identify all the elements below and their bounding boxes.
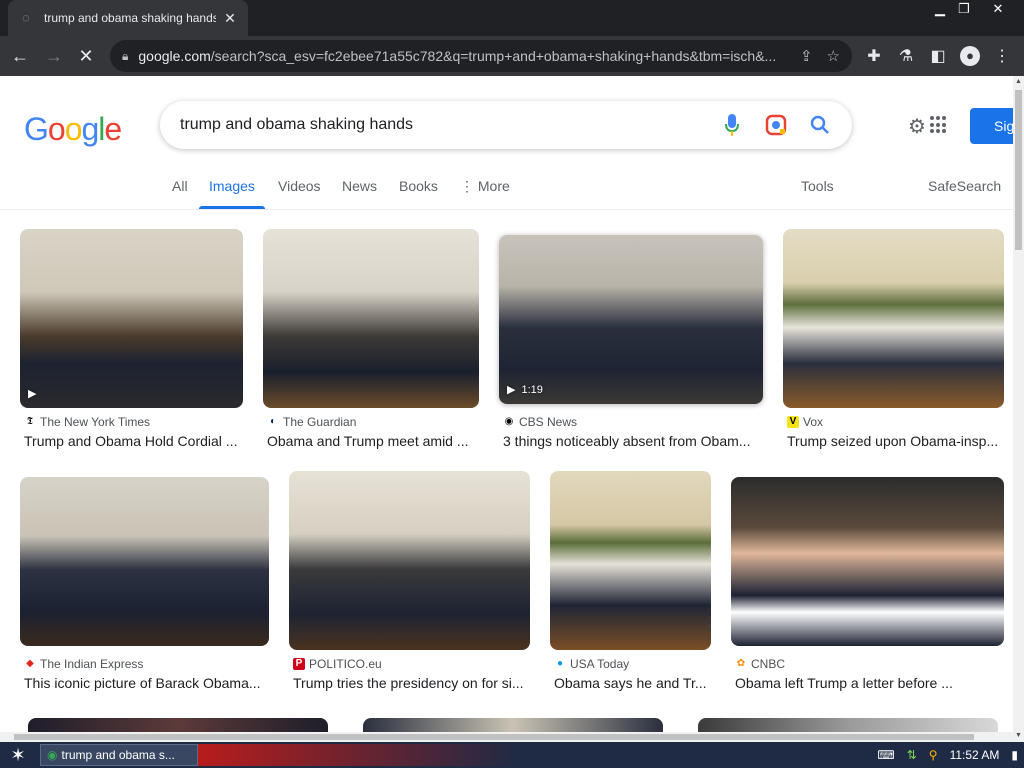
search-input[interactable]: trump and obama shaking hands xyxy=(180,116,700,134)
search-box[interactable]: trump and obama shaking hands xyxy=(160,101,852,149)
result-image-3[interactable]: ▶ 1:19 xyxy=(499,235,763,404)
search-tabs: All Images Videos News Books ⋮ More Tool… xyxy=(0,174,1013,210)
apps-grid-icon[interactable] xyxy=(930,116,948,134)
minimize-icon[interactable]: ▁ xyxy=(928,0,952,18)
back-icon[interactable]: ← xyxy=(4,40,36,72)
result-image-6[interactable] xyxy=(289,471,530,650)
restore-icon[interactable]: ❐ xyxy=(952,0,976,18)
loading-icon: ◌ xyxy=(22,10,30,25)
result-caption-5[interactable]: This iconic picture of Barack Obama... xyxy=(24,675,266,691)
guardian-icon: ◐ xyxy=(269,416,277,427)
window-close-icon[interactable]: ✕ xyxy=(986,0,1010,18)
tab-books[interactable]: Books xyxy=(399,178,438,194)
result-source-3[interactable]: ◉ CBS News xyxy=(503,415,577,429)
result-caption-8[interactable]: Obama left Trump a letter before ... xyxy=(735,675,1003,691)
indian-express-icon: ◆ xyxy=(26,658,34,669)
play-icon: ▶ xyxy=(28,388,37,400)
microphone-icon[interactable] xyxy=(720,113,744,137)
horizontal-scrollbar[interactable] xyxy=(0,732,1013,742)
vertical-scrollbar[interactable]: ▲ ▼ xyxy=(1013,76,1024,742)
google-logo[interactable]: Google xyxy=(24,111,122,148)
result-image-2[interactable] xyxy=(263,229,479,408)
menu-kebab-icon[interactable]: ⋮ xyxy=(988,42,1016,70)
result-caption-7[interactable]: Obama says he and Tr... xyxy=(554,675,712,691)
bookmark-star-icon[interactable]: ☆ xyxy=(827,47,840,65)
lab-flask-icon[interactable]: ⚗ xyxy=(892,42,920,70)
result-image-1[interactable]: ▶ xyxy=(20,229,243,408)
result-caption-1[interactable]: Trump and Obama Hold Cordial ... xyxy=(24,433,240,449)
result-image-4[interactable] xyxy=(783,229,1004,408)
tab-videos[interactable]: Videos xyxy=(278,178,321,194)
play-icon: ▶ xyxy=(507,384,516,396)
politico-icon: P xyxy=(293,658,305,670)
vox-icon: V xyxy=(787,416,799,428)
search-results-page: Google trump and obama shaking hands ⚙ S… xyxy=(0,76,1013,742)
result-caption-3[interactable]: 3 things noticeably absent from Obam... xyxy=(503,433,761,449)
tab-all[interactable]: All xyxy=(172,178,188,194)
cnbc-peacock-icon: ✿ xyxy=(736,658,746,669)
stop-icon[interactable]: ✕ xyxy=(70,40,102,72)
more-dots-icon: ⋮ xyxy=(460,178,474,194)
result-caption-4[interactable]: Trump seized upon Obama-insp... xyxy=(787,433,1005,449)
result-source-2[interactable]: ◐ The Guardian xyxy=(267,415,356,429)
profile-avatar-icon[interactable]: ● xyxy=(956,42,984,70)
result-source-1[interactable]: 𝕿 The New York Times xyxy=(24,415,150,429)
browser-toolbar: ← → ✕ 🔒︎ google.com/search?sca_esv=fc2eb… xyxy=(0,36,1024,76)
url-text: google.com/search?sca_esv=fc2ebee71a55c7… xyxy=(138,48,777,64)
address-bar[interactable]: 🔒︎ google.com/search?sca_esv=fc2ebee71a5… xyxy=(110,40,852,72)
result-image-7[interactable] xyxy=(550,471,711,650)
video-duration-badge: ▶ 1:19 xyxy=(507,383,543,397)
share-icon[interactable]: ⇪ xyxy=(800,47,813,65)
scroll-up-arrow-icon[interactable]: ▲ xyxy=(1013,76,1024,88)
result-image-8[interactable] xyxy=(731,477,1004,646)
start-menu-icon[interactable]: ✶ xyxy=(0,742,36,768)
result-source-4[interactable]: V Vox xyxy=(787,415,823,429)
tab-title: trump and obama shaking hands - G xyxy=(44,11,216,25)
usa-today-icon: ● xyxy=(556,658,564,669)
result-source-8[interactable]: ✿ CNBC xyxy=(735,657,785,671)
keyboard-icon[interactable]: ⌨ xyxy=(877,748,894,762)
extensions-icon[interactable]: ✚ xyxy=(860,42,888,70)
lock-icon: 🔒︎ xyxy=(122,48,129,63)
tab-news[interactable]: News xyxy=(342,178,377,194)
search-tray-icon[interactable]: ⚲ xyxy=(929,748,938,762)
side-panel-icon[interactable]: ◧ xyxy=(924,42,952,70)
tab-images[interactable]: Images xyxy=(209,178,255,194)
settings-gear-icon[interactable]: ⚙ xyxy=(908,114,926,139)
result-source-5[interactable]: ◆ The Indian Express xyxy=(24,657,143,671)
tab-strip: ◌ trump and obama shaking hands - G ✕ ▁ … xyxy=(0,0,1024,36)
system-tray: ⌨ ⇅ ⚲ 11:52 AM ▮ xyxy=(877,742,1018,768)
browser-tab[interactable]: ◌ trump and obama shaking hands - G ✕ xyxy=(8,0,248,36)
scroll-down-arrow-icon[interactable]: ▼ xyxy=(1013,730,1024,742)
lens-camera-icon[interactable] xyxy=(764,113,788,137)
nyt-icon: 𝕿 xyxy=(26,416,34,427)
show-desktop-icon[interactable]: ▮ xyxy=(1011,748,1018,762)
tab-more[interactable]: ⋮ More xyxy=(460,178,510,195)
clock[interactable]: 11:52 AM xyxy=(950,748,1000,762)
horizontal-scrollbar-thumb[interactable] xyxy=(14,734,974,740)
search-icon[interactable] xyxy=(808,113,832,137)
taskbar-decoration xyxy=(198,744,518,766)
tools-button[interactable]: Tools xyxy=(801,178,834,194)
close-tab-icon[interactable]: ✕ xyxy=(222,10,238,27)
sign-in-button[interactable]: Sig xyxy=(970,108,1013,144)
result-source-6[interactable]: P POLITICO.eu xyxy=(293,657,382,671)
result-source-7[interactable]: ● USA Today xyxy=(554,657,629,671)
forward-icon[interactable]: → xyxy=(38,40,70,72)
browser-app-icon: ◉ xyxy=(47,748,58,762)
taskbar-browser-item[interactable]: ◉ trump and obama s... xyxy=(40,744,198,766)
result-caption-2[interactable]: Obama and Trump meet amid ... xyxy=(267,433,477,449)
network-icon[interactable]: ⇅ xyxy=(907,748,917,762)
os-taskbar: ✶ ◉ trump and obama s... ⌨ ⇅ ⚲ 11:52 AM … xyxy=(0,742,1024,768)
cbs-icon: ◉ xyxy=(504,416,514,427)
active-tab-indicator xyxy=(199,206,265,209)
scrollbar-thumb[interactable] xyxy=(1015,90,1022,250)
taskbar-item-label: trump and obama s... xyxy=(61,748,175,762)
result-caption-6[interactable]: Trump tries the presidency on for si... xyxy=(293,675,528,691)
result-image-5[interactable] xyxy=(20,477,269,646)
safesearch-button[interactable]: SafeSearch xyxy=(928,178,1001,194)
